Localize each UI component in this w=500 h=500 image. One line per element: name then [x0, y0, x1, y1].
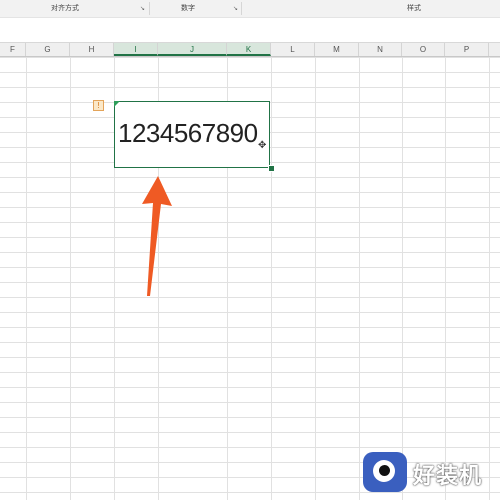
column-header-m[interactable]: M [315, 43, 359, 56]
cell-value: 1234567890 [118, 118, 258, 148]
group-label-alignment: 对齐方式 [51, 4, 79, 12]
gridline-vertical [271, 57, 272, 500]
gridline-horizontal [0, 237, 500, 238]
gridline-vertical [359, 57, 360, 500]
annotation-arrow [142, 176, 172, 296]
gridline-horizontal [0, 177, 500, 178]
ribbon-group-labels: 对齐方式 ↘ 数字 ↘ 样式 [0, 0, 500, 17]
group-separator [241, 2, 242, 15]
watermark-text: 好装机 [413, 464, 483, 489]
column-header-i[interactable]: I [114, 43, 158, 56]
column-header-f[interactable]: F [0, 43, 26, 56]
fill-handle[interactable] [268, 165, 275, 172]
group-separator [149, 2, 150, 15]
gridline-horizontal [0, 327, 500, 328]
gridline-vertical [26, 57, 27, 500]
gridline-horizontal [0, 267, 500, 268]
gridline-horizontal [0, 357, 500, 358]
gridline-horizontal [0, 222, 500, 223]
gridline-horizontal [0, 417, 500, 418]
gridline-horizontal [0, 282, 500, 283]
column-header-o[interactable]: O [402, 43, 445, 56]
gridline-vertical [445, 57, 446, 500]
group-label-styles: 样式 [407, 4, 421, 12]
formula-bar[interactable] [0, 17, 500, 43]
gridline-horizontal [0, 297, 500, 298]
gridline-horizontal [0, 387, 500, 388]
column-header-n[interactable]: N [359, 43, 402, 56]
gridline-vertical [489, 57, 490, 500]
gridline-vertical [315, 57, 316, 500]
gridline-horizontal [0, 372, 500, 373]
alignment-dialog-launcher-icon[interactable]: ↘ [139, 5, 146, 12]
gridline-horizontal [0, 342, 500, 343]
column-header-j[interactable]: J [158, 43, 227, 56]
gridline-horizontal [0, 57, 500, 58]
number-dialog-launcher-icon[interactable]: ↘ [232, 5, 239, 12]
gridline-vertical [402, 57, 403, 500]
column-header-row: F G H I J K L M N O P [0, 43, 500, 57]
column-header-l[interactable]: L [271, 43, 315, 56]
gridline-horizontal [0, 432, 500, 433]
move-cursor-icon: ✥ [258, 140, 267, 151]
up-arrow-icon [142, 176, 172, 296]
column-header-g[interactable]: G [26, 43, 70, 56]
watermark: 好装机 [360, 452, 500, 496]
group-label-number: 数字 [181, 4, 195, 12]
gridline-horizontal [0, 447, 500, 448]
gridline-vertical [70, 57, 71, 500]
gridline-horizontal [0, 87, 500, 88]
warning-triangle-icon[interactable]: ! [93, 100, 104, 111]
column-header-h[interactable]: H [70, 43, 114, 56]
gridline-horizontal [0, 207, 500, 208]
error-indicator-corner [114, 101, 120, 107]
gridline-horizontal [0, 312, 500, 313]
gridline-horizontal [0, 252, 500, 253]
gridline-horizontal [0, 192, 500, 193]
column-header-p[interactable]: P [445, 43, 489, 56]
gridline-horizontal [0, 402, 500, 403]
gridline-horizontal [0, 72, 500, 73]
column-header-k[interactable]: K [227, 43, 271, 56]
watermark-pupil [379, 465, 390, 476]
